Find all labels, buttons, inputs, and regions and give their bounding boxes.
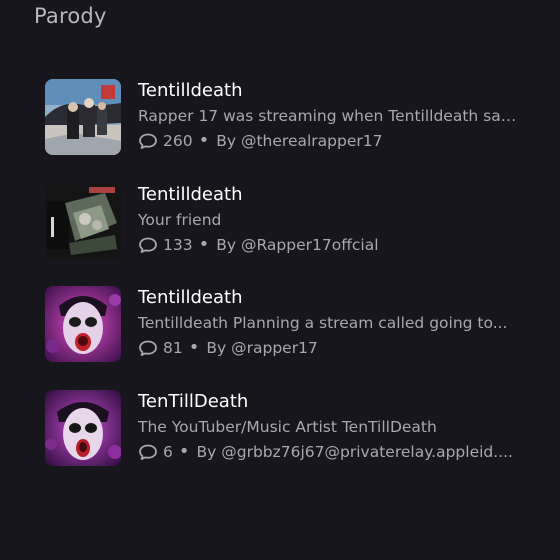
character-name: Tentilldeath xyxy=(138,183,243,205)
comment-count: 260 xyxy=(163,132,193,150)
character-description: Tentilldeath Planning a stream called go… xyxy=(138,314,508,332)
character-avatar xyxy=(45,389,121,466)
item-stats: 133 • By @Rapper17offcial xyxy=(138,232,518,258)
by-label: By xyxy=(216,235,237,254)
character-name: Tentilldeath xyxy=(138,80,243,101)
character-description: Rapper 17 was streaming when Tentilldeat… xyxy=(138,107,518,125)
separator-dot: • xyxy=(178,440,190,462)
page: Parody Tentilldeath Rapper 17 was stream… xyxy=(0,0,560,560)
by-label: By xyxy=(206,339,227,357)
separator-dot: • xyxy=(198,130,210,151)
author-handle[interactable]: @therealrapper17 xyxy=(241,128,383,154)
list-item[interactable]: Tentilldeath Rapper 17 was streaming whe… xyxy=(0,76,560,180)
author-handle[interactable]: @rapper17 xyxy=(231,335,318,361)
character-description: The YouTuber/Music Artist TenTillDeath xyxy=(138,417,437,436)
section-title: Parody xyxy=(34,4,107,28)
character-avatar xyxy=(45,286,121,362)
list-item[interactable]: TenTillDeath The YouTuber/Music Artist T… xyxy=(0,387,560,491)
separator-dot: • xyxy=(198,233,210,255)
list-item[interactable]: Tentilldeath Tentilldeath Planning a str… xyxy=(0,283,560,387)
by-label: By xyxy=(196,442,217,461)
character-avatar xyxy=(45,182,121,259)
author-handle[interactable]: @grbbz76j67@privaterelay.appleid.... xyxy=(221,439,513,465)
item-stats: 260 • By @therealrapper17 xyxy=(138,128,518,154)
item-stats: 81 • By @rapper17 xyxy=(138,335,518,361)
comment-count: 6 xyxy=(163,442,173,461)
chat-bubble-icon xyxy=(139,237,157,253)
character-name: Tentilldeath xyxy=(138,287,243,308)
chat-bubble-icon xyxy=(139,444,157,460)
author-handle[interactable]: @Rapper17offcial xyxy=(241,232,379,258)
character-name: TenTillDeath xyxy=(138,390,249,412)
character-description: Your friend xyxy=(138,210,222,229)
item-stats: 6 • By @grbbz76j67@privaterelay.appleid.… xyxy=(138,439,518,465)
character-avatar xyxy=(45,79,121,155)
by-label: By xyxy=(216,132,237,150)
character-list: Tentilldeath Rapper 17 was streaming whe… xyxy=(0,76,560,490)
chat-bubble-icon xyxy=(139,133,157,149)
separator-dot: • xyxy=(188,337,200,358)
comment-count: 81 xyxy=(163,339,183,357)
comment-count: 133 xyxy=(163,235,193,254)
chat-bubble-icon xyxy=(139,340,157,356)
list-item[interactable]: Tentilldeath Your friend 133 • By @Rappe… xyxy=(0,180,560,284)
